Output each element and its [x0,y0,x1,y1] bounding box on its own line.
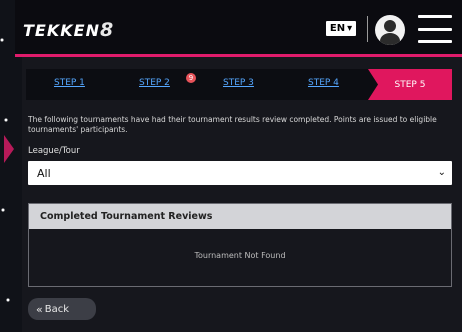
league-select-value: All [37,167,51,180]
chevron-down-icon: ▾ [347,23,353,34]
top-bar: TEKKEN8 EN ▾ [15,0,462,57]
reviews-header: Completed Tournament Reviews [29,204,451,229]
step-progress: STEP 1 STEP 2 9 STEP 3 STEP 4 STEP 5 [26,69,452,100]
step-1-link[interactable]: STEP 1 [54,78,85,88]
main-panel: STEP 1 STEP 2 9 STEP 3 STEP 4 STEP 5 The… [22,57,462,332]
chevron-down-icon: ⌄ [437,167,446,178]
tekken-logo[interactable]: TEKKEN8 [23,19,114,41]
menu-icon-bar [418,15,452,18]
step-4-link[interactable]: STEP 4 [308,78,339,88]
logo-text: TEKKEN [23,21,100,40]
logo-number: 8 [99,19,115,41]
user-icon [384,20,396,32]
menu-icon-bar [418,27,452,31]
step-5-label: STEP 5 [394,79,426,90]
language-select[interactable]: EN ▾ [326,21,356,36]
back-button[interactable]: « Back [28,298,96,320]
menu-icon-bar [418,40,452,43]
menu-icon[interactable] [418,15,452,43]
step-2-badge: 9 [186,73,196,83]
step-5-active: STEP 5 [368,69,452,100]
league-select[interactable]: All ⌄ [28,161,452,185]
user-avatar[interactable] [375,15,405,45]
step-2-link[interactable]: STEP 2 [139,78,170,88]
empty-state-text: Tournament Not Found [194,251,286,260]
header-divider [367,16,368,42]
language-label: EN [329,23,346,34]
league-label: League/Tour [28,146,80,156]
completed-reviews-table: Completed Tournament Reviews Tournament … [28,203,452,287]
back-arrow-icon: « [36,302,43,316]
back-label: Back [44,303,70,315]
user-icon-shoulders [380,33,400,45]
step-3-link[interactable]: STEP 3 [223,78,254,88]
description-text: The following tournaments have had their… [28,115,437,134]
decorative-arrow [4,135,14,163]
